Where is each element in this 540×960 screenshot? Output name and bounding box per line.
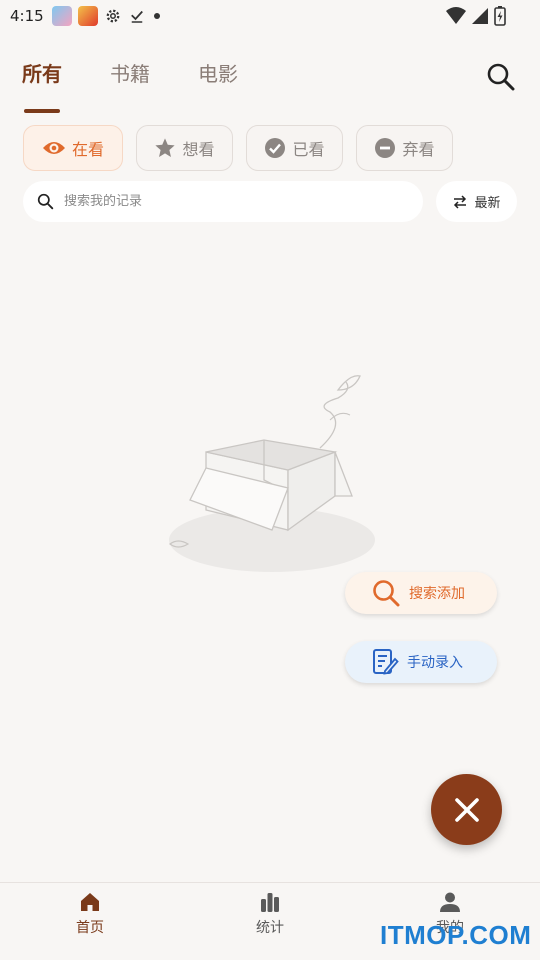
tab-movies[interactable]: 电影 (198, 58, 238, 101)
search-add-button[interactable]: 搜索添加 (345, 572, 497, 614)
notification-icons (51, 6, 162, 26)
filter-dropped-label: 弃看 (402, 140, 435, 159)
app-notification-icon (51, 6, 72, 26)
close-fab-button[interactable] (431, 774, 502, 845)
tab-books[interactable]: 书籍 (110, 58, 150, 101)
sort-button[interactable]: 最新 (436, 181, 517, 222)
download-done-icon (130, 10, 143, 23)
eye-icon (42, 142, 65, 154)
filter-watching-label: 在看 (71, 140, 104, 159)
record-search-input[interactable] (64, 194, 384, 209)
nav-home-label: 首页 (76, 920, 104, 936)
manual-entry-label: 手动录入 (407, 655, 463, 671)
cell-signal-icon (472, 8, 488, 24)
app-notification-icon-2 (77, 6, 98, 26)
minus-circle-icon (375, 138, 396, 158)
filter-watched-label: 已看 (292, 140, 325, 159)
search-add-label: 搜索添加 (409, 586, 465, 602)
search-icon (373, 580, 400, 607)
dot-icon (153, 13, 160, 19)
check-circle-icon (265, 138, 286, 158)
record-search-box[interactable] (23, 181, 423, 222)
battery-icon (494, 6, 506, 26)
nav-stats-label: 统计 (256, 920, 284, 936)
close-icon (454, 797, 479, 822)
system-status-icons (446, 6, 506, 26)
home-icon (81, 893, 99, 911)
search-icon[interactable] (486, 62, 516, 92)
sort-label: 最新 (474, 196, 501, 211)
status-time: 4:15 (10, 7, 44, 25)
tab-all[interactable]: 所有 (22, 58, 62, 113)
status-filter-chips: 在看 想看 已看 弃看 (23, 125, 453, 171)
edit-note-icon (373, 649, 399, 675)
person-icon (440, 892, 460, 912)
bar-chart-icon (261, 893, 279, 912)
filter-want-label: 想看 (182, 140, 215, 159)
settings-gear-icon (106, 9, 120, 23)
nav-stats[interactable]: 统计 (180, 883, 360, 960)
nav-home[interactable]: 首页 (0, 883, 180, 960)
watermark-text: ITMOP.COM (380, 920, 532, 950)
empty-box-illustration (168, 375, 375, 572)
star-icon (155, 138, 176, 157)
wifi-icon (446, 7, 466, 24)
filter-want-chip[interactable]: 想看 (136, 125, 233, 171)
filter-watching-chip[interactable]: 在看 (23, 125, 123, 171)
status-bar: 4:15 (0, 0, 540, 32)
category-tabs: 所有 书籍 电影 (22, 58, 238, 113)
filter-dropped-chip[interactable]: 弃看 (356, 125, 453, 171)
search-icon (37, 193, 54, 210)
manual-entry-button[interactable]: 手动录入 (345, 641, 497, 683)
filter-watched-chip[interactable]: 已看 (246, 125, 343, 171)
swap-arrows-icon (454, 194, 467, 209)
